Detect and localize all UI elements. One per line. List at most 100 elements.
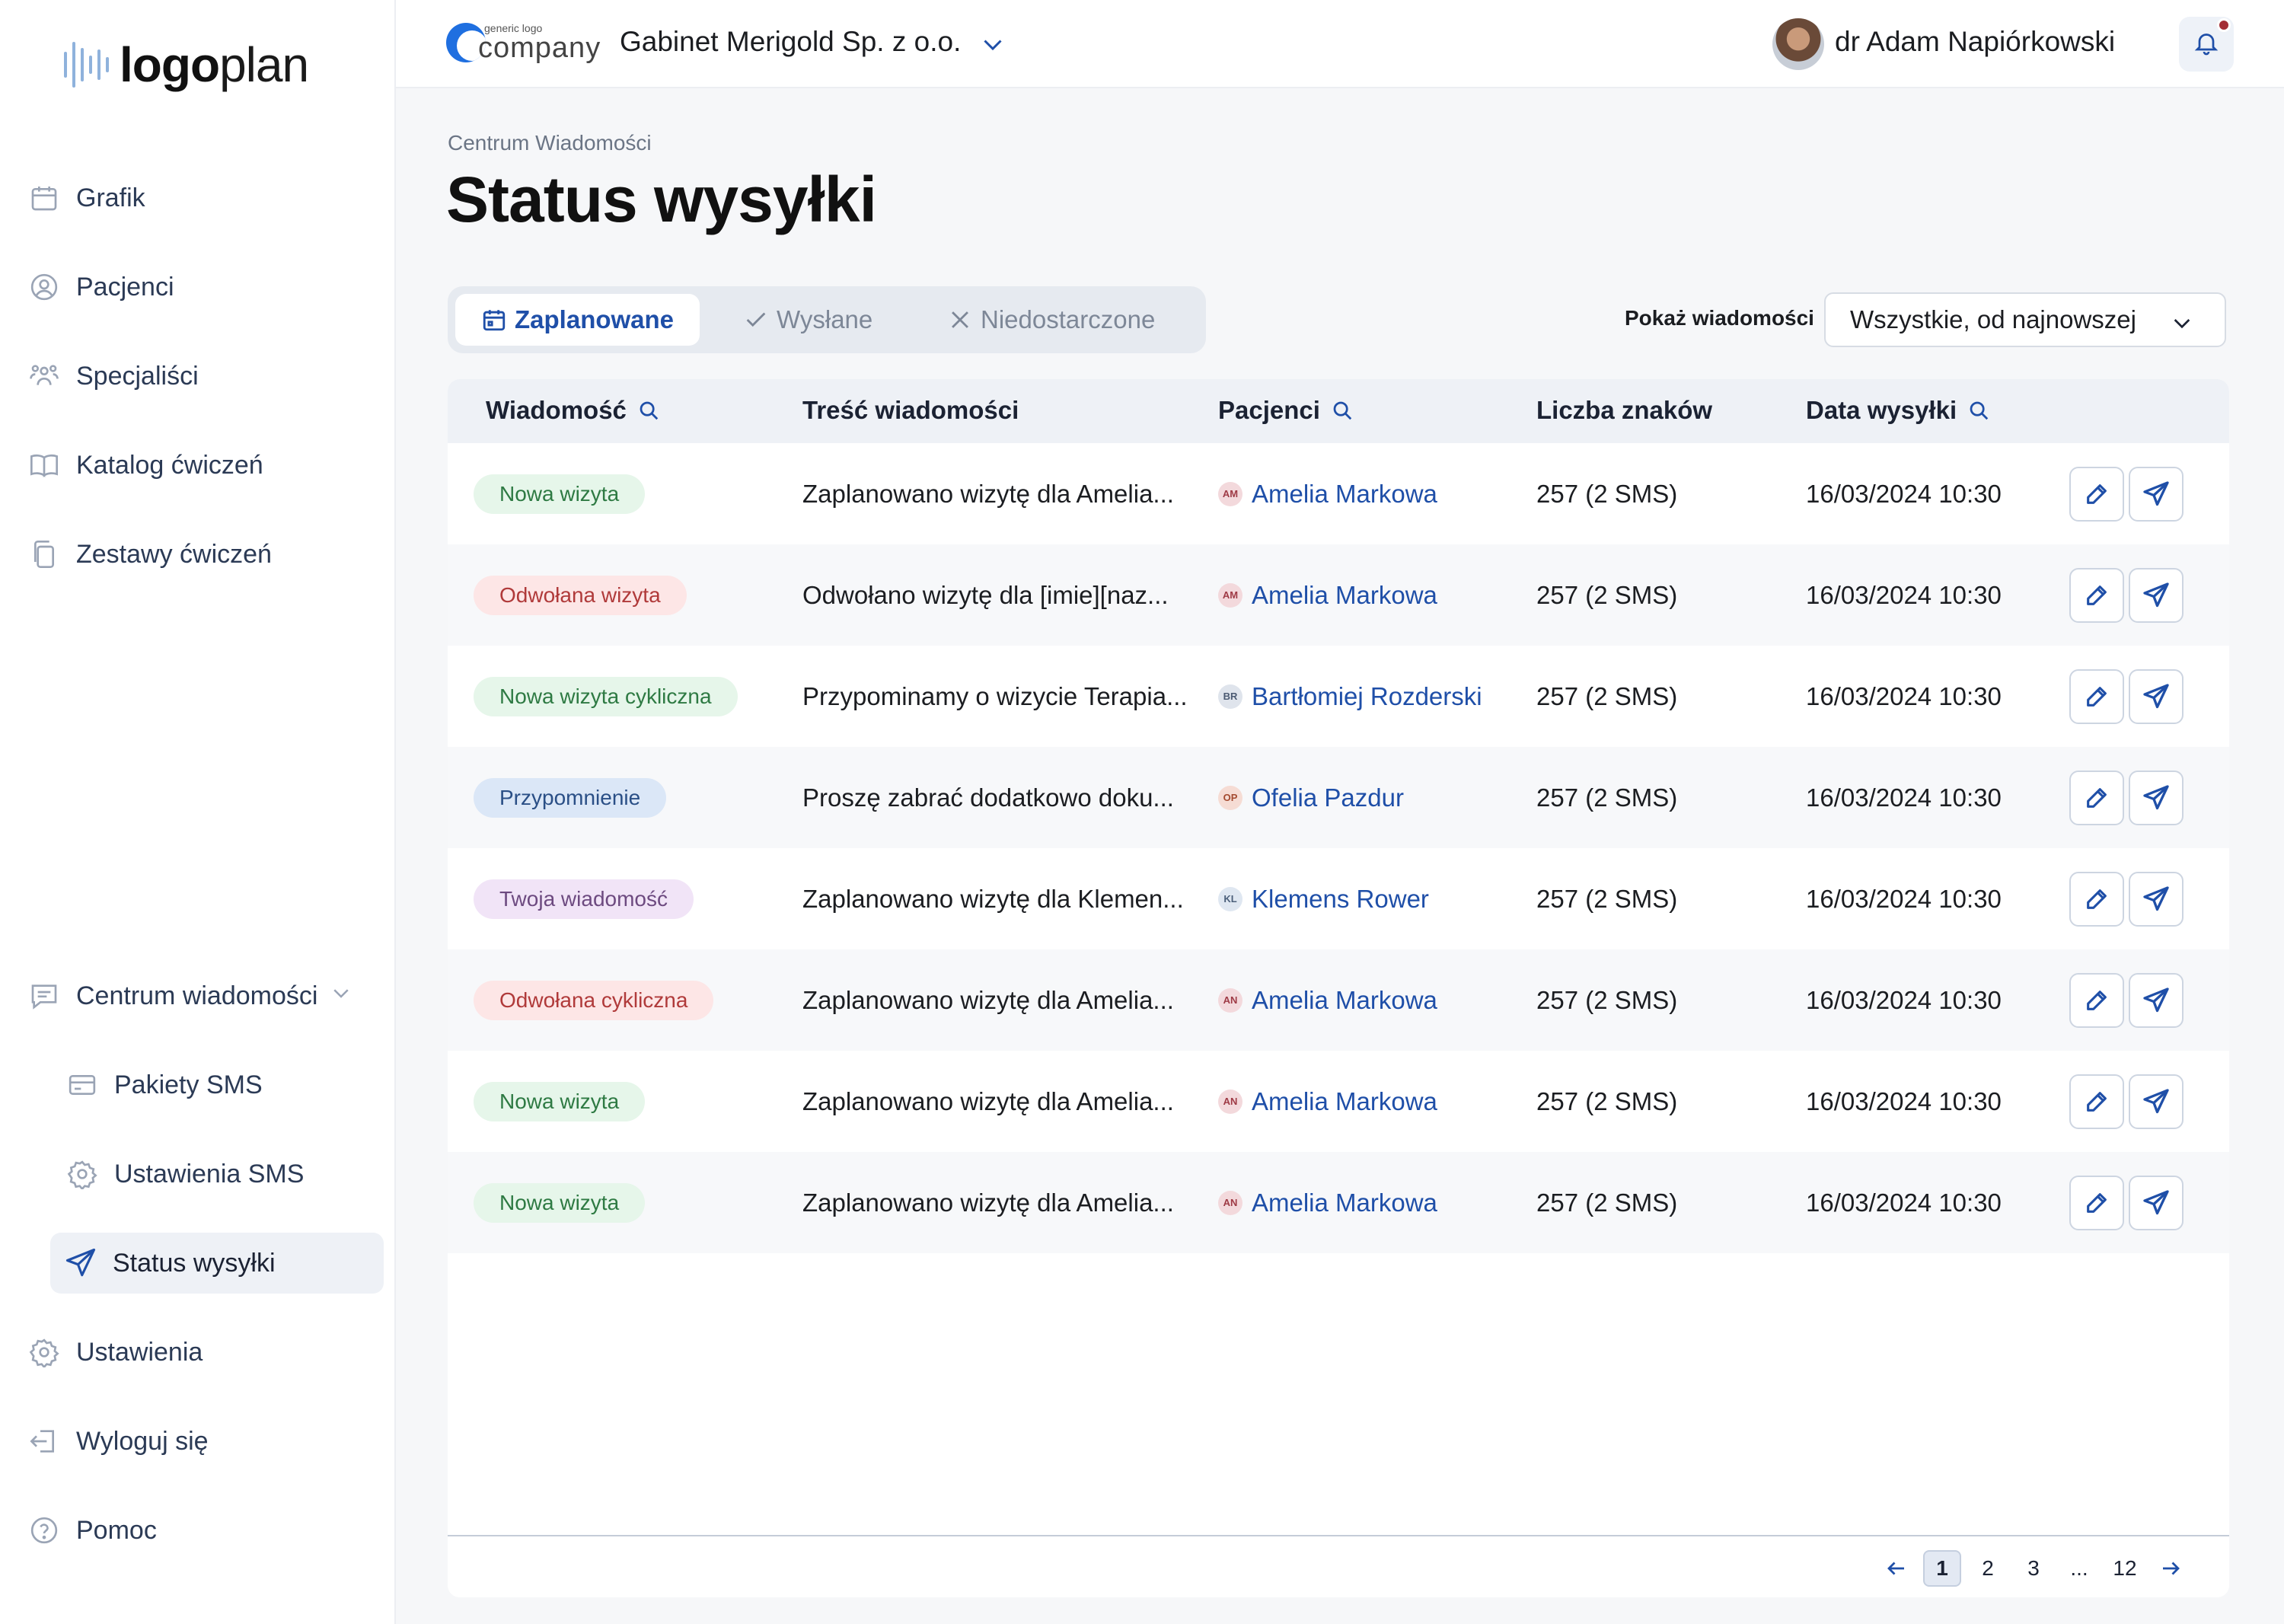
message-type-cell: Odwołana wizyta	[474, 544, 687, 646]
message-content: Przypominamy o wizycie Terapia...	[802, 681, 1188, 710]
message-type-cell: Nowa wizyta cykliczna	[474, 646, 738, 747]
patient-initials: AN	[1218, 1089, 1242, 1114]
tab-zaplanowane[interactable]: Zaplanowane	[455, 294, 700, 346]
copy-icon	[27, 538, 61, 571]
tab-niedostarczone[interactable]: Niedostarczone	[947, 294, 1155, 346]
top-bar: generic logo company Gabinet Merigold Sp…	[396, 0, 2284, 88]
patient-link[interactable]: Ofelia Pazdur	[1252, 783, 1404, 812]
clinic-selector[interactable]: Gabinet Merigold Sp. z o.o.	[620, 26, 961, 58]
sidebar-item-status-wysylki[interactable]: Status wysyłki	[50, 1233, 384, 1294]
char-count: 257 (2 SMS)	[1536, 1188, 1678, 1217]
table-row[interactable]: Przypomnienie Proszę zabrać dodatkowo dok…	[448, 747, 2229, 848]
sidebar-item-specjalisci[interactable]: Specjaliści	[27, 346, 385, 407]
send-now-button[interactable]	[2129, 972, 2184, 1028]
table-row[interactable]: Twoja wiadomość Zaplanowano wizytę dla Kl…	[448, 848, 2229, 949]
send-now-button[interactable]	[2129, 466, 2184, 522]
table-row[interactable]: Odwołana cykliczna Zaplanowano wizytę dla…	[448, 949, 2229, 1051]
sidebar-item-ustawienia[interactable]: Ustawienia	[27, 1322, 385, 1383]
breadcrumb[interactable]: Centrum Wiadomości	[448, 131, 652, 155]
patient-cell: AN Amelia Markowa	[1218, 949, 1437, 1051]
patient-initials: AN	[1218, 1190, 1242, 1215]
send-date: 16/03/2024 10:30	[1806, 985, 2002, 1014]
status-tabs: Zaplanowane Wysłane Niedostarczone	[448, 286, 1206, 353]
table-row[interactable]: Nowa wizyta Zaplanowano wizytę dla Amelia…	[448, 1051, 2229, 1152]
send-date: 16/03/2024 10:30	[1806, 1086, 2002, 1115]
send-now-button[interactable]	[2129, 770, 2184, 825]
sidebar-item-ustawienia-sms[interactable]: Ustawienia SMS	[65, 1144, 384, 1204]
row-actions	[2069, 646, 2188, 747]
table-row[interactable]: Nowa wizyta Zaplanowano wizytę dla Amelia…	[448, 1152, 2229, 1253]
search-icon[interactable]	[1331, 399, 1354, 422]
edit-button[interactable]	[2069, 668, 2124, 724]
page-2[interactable]: 2	[1969, 1550, 2007, 1587]
table-row[interactable]: Odwołana wizyta Odwołano wizytę dla [imie…	[448, 544, 2229, 646]
calendar-icon	[481, 307, 507, 333]
sidebar-item-katalog[interactable]: Katalog ćwiczeń	[27, 435, 385, 496]
edit-button[interactable]	[2069, 466, 2124, 522]
sidebar-item-wyloguj[interactable]: Wyloguj się	[27, 1411, 385, 1472]
send-now-button[interactable]	[2129, 871, 2184, 927]
patient-initials: KL	[1218, 886, 1242, 911]
sidebar-item-label: Katalog ćwiczeń	[76, 450, 263, 480]
sidebar-item-zestawy[interactable]: Zestawy ćwiczeń	[27, 524, 385, 585]
check-icon	[743, 307, 769, 333]
sidebar-item-centrum-wiadomosci[interactable]: Centrum wiadomości	[27, 965, 385, 1026]
prev-page-arrow-icon[interactable]	[1877, 1550, 1916, 1587]
send-icon	[64, 1246, 97, 1280]
edit-button[interactable]	[2069, 567, 2124, 623]
page-3[interactable]: 3	[2014, 1550, 2053, 1587]
send-now-button[interactable]	[2129, 668, 2184, 724]
chevron-down-icon[interactable]	[979, 30, 1006, 62]
edit-button[interactable]	[2069, 1175, 2124, 1230]
page-12[interactable]: 12	[2106, 1550, 2144, 1587]
search-icon[interactable]	[637, 399, 660, 422]
patient-link[interactable]: Amelia Markowa	[1252, 1188, 1437, 1217]
edit-button[interactable]	[2069, 871, 2124, 927]
sidebar: logoplan Grafik Pacjenci Specjaliści Kat…	[0, 0, 396, 1624]
sidebar-item-pacjenci[interactable]: Pacjenci	[27, 257, 385, 317]
table-row[interactable]: Nowa wizyta Zaplanowano wizytę dla Amelia…	[448, 443, 2229, 544]
patient-link[interactable]: Amelia Markowa	[1252, 986, 1437, 1015]
notifications-button[interactable]	[2179, 17, 2234, 72]
next-page-arrow-icon[interactable]	[2152, 1550, 2190, 1587]
tab-wyslane[interactable]: Wysłane	[743, 294, 872, 346]
patient-initials: AM	[1218, 582, 1242, 608]
patient-link[interactable]: Amelia Markowa	[1252, 581, 1437, 610]
avatar[interactable]	[1772, 18, 1824, 70]
message-content: Zaplanowano wizytę dla Amelia...	[802, 1086, 1174, 1115]
sidebar-item-label: Pakiety SMS	[114, 1070, 263, 1099]
header-data-wysylki: Data wysyłki	[1806, 396, 1990, 425]
message-type-cell: Twoja wiadomość	[474, 848, 694, 949]
sidebar-item-pomoc[interactable]: Pomoc	[27, 1500, 385, 1561]
patient-link[interactable]: Amelia Markowa	[1252, 480, 1437, 509]
header-label: Liczba znaków	[1536, 396, 1713, 424]
patient-link[interactable]: Amelia Markowa	[1252, 1087, 1437, 1116]
page-1[interactable]: 1	[1923, 1550, 1961, 1587]
tab-label: Niedostarczone	[981, 305, 1156, 333]
search-icon[interactable]	[1967, 399, 1990, 422]
patient-link[interactable]: Bartłomiej Rozderski	[1252, 682, 1482, 711]
send-now-button[interactable]	[2129, 1074, 2184, 1129]
send-now-button[interactable]	[2129, 1175, 2184, 1230]
send-icon	[2142, 582, 2170, 609]
edit-button[interactable]	[2069, 1074, 2124, 1129]
table-header: Wiadomość Treść wiadomości Pacjenci Licz…	[448, 379, 2229, 443]
message-type-cell: Nowa wizyta	[474, 1152, 646, 1253]
sidebar-item-grafik[interactable]: Grafik	[27, 168, 385, 228]
messages-filter-select[interactable]: Wszystkie, od najnowszej	[1824, 292, 2226, 347]
message-type-badge: Twoja wiadomość	[474, 879, 694, 919]
send-date: 16/03/2024 10:30	[1806, 1188, 2002, 1217]
char-count: 257 (2 SMS)	[1536, 783, 1678, 812]
sidebar-item-pakiety-sms[interactable]: Pakiety SMS	[65, 1054, 384, 1115]
tab-label: Wysłane	[777, 305, 873, 333]
patient-link[interactable]: Klemens Rower	[1252, 885, 1429, 914]
app-logo[interactable]: logoplan	[64, 37, 309, 92]
user-name[interactable]: dr Adam Napiórkowski	[1835, 26, 2115, 58]
table-row[interactable]: Nowa wizyta cykliczna Przypominamy o wizy…	[448, 646, 2229, 747]
edit-button[interactable]	[2069, 770, 2124, 825]
sidebar-item-label: Wyloguj się	[76, 1426, 209, 1456]
edit-button[interactable]	[2069, 972, 2124, 1028]
send-now-button[interactable]	[2129, 567, 2184, 623]
message-type-badge: Przypomnienie	[474, 777, 667, 818]
pencil-icon	[2084, 886, 2110, 912]
